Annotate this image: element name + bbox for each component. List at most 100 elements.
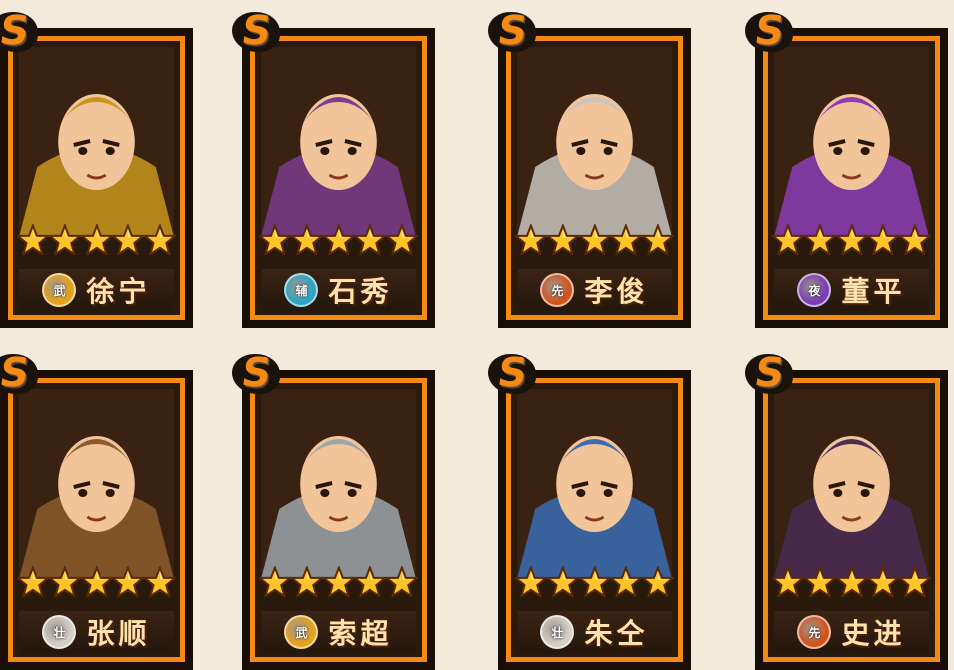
faction-icon: 武 xyxy=(284,615,319,649)
hero-portrait xyxy=(774,47,929,237)
star-icon xyxy=(801,222,838,261)
faction-icon: 壮 xyxy=(42,615,77,649)
hero-name-bar: 先 史进 xyxy=(774,611,929,653)
star-icon xyxy=(46,222,83,261)
star-icon xyxy=(770,222,806,261)
star-rating xyxy=(257,563,420,605)
star-icon xyxy=(142,564,178,603)
faction-icon: 先 xyxy=(797,615,832,649)
star-icon xyxy=(257,222,293,261)
hero-portrait xyxy=(517,389,672,579)
faction-icon: 壮 xyxy=(540,615,575,649)
star-icon xyxy=(576,222,613,261)
rarity-badge: S xyxy=(745,350,797,396)
rarity-badge: S xyxy=(488,8,540,54)
hero-name-bar: 壮 朱仝 xyxy=(517,611,672,653)
star-icon xyxy=(513,564,549,603)
hero-name: 石秀 xyxy=(328,275,393,308)
hero-portrait xyxy=(261,47,416,237)
card-border: 壮 张顺 xyxy=(8,378,185,662)
star-icon xyxy=(320,564,357,603)
star-icon xyxy=(78,564,115,603)
hero-portrait xyxy=(19,47,174,237)
star-icon xyxy=(46,564,83,603)
star-icon xyxy=(352,222,389,261)
card-border: 先 李俊 xyxy=(506,36,683,320)
hero-card[interactable]: 先 李俊 S xyxy=(488,8,699,328)
star-icon xyxy=(384,222,420,261)
faction-icon: 夜 xyxy=(797,273,832,307)
hero-name: 索超 xyxy=(328,617,393,650)
star-icon xyxy=(865,222,902,261)
hero-name-bar: 夜 董平 xyxy=(774,269,929,311)
star-icon xyxy=(897,222,933,261)
hero-portrait xyxy=(517,47,672,237)
star-icon xyxy=(384,564,420,603)
star-icon xyxy=(544,564,581,603)
hero-name-bar: 辅 石秀 xyxy=(261,269,416,311)
card-frame: 壮 朱仝 xyxy=(498,370,691,670)
hero-name-bar: 先 李俊 xyxy=(517,269,672,311)
rarity-badge: S xyxy=(232,8,284,54)
star-rating xyxy=(513,221,676,263)
card-frame: 先 李俊 xyxy=(498,28,691,328)
star-icon xyxy=(640,222,676,261)
star-rating xyxy=(15,563,178,605)
hero-card[interactable]: 辅 石秀 S xyxy=(232,8,443,328)
star-icon xyxy=(352,564,389,603)
hero-portrait xyxy=(19,389,174,579)
card-frame: 武 徐宁 xyxy=(0,28,193,328)
star-icon xyxy=(770,564,806,603)
hero-card[interactable]: 武 索超 S xyxy=(232,350,443,670)
card-frame: 先 史进 xyxy=(755,370,948,670)
star-rating xyxy=(770,563,933,605)
star-icon xyxy=(865,564,902,603)
star-icon xyxy=(513,222,549,261)
card-border: 先 史进 xyxy=(763,378,940,662)
star-icon xyxy=(110,564,147,603)
star-icon xyxy=(288,222,325,261)
star-icon xyxy=(576,564,613,603)
star-icon xyxy=(608,564,645,603)
hero-name: 朱仝 xyxy=(584,617,649,650)
card-frame: 辅 石秀 xyxy=(242,28,435,328)
star-icon xyxy=(257,564,293,603)
star-icon xyxy=(288,564,325,603)
star-rating xyxy=(257,221,420,263)
hero-name: 董平 xyxy=(841,275,906,308)
card-border: 壮 朱仝 xyxy=(506,378,683,662)
hero-name: 史进 xyxy=(841,617,906,650)
star-icon xyxy=(110,222,147,261)
card-border: 辅 石秀 xyxy=(250,36,427,320)
hero-name-bar: 壮 张顺 xyxy=(19,611,174,653)
hero-name: 徐宁 xyxy=(86,275,151,308)
rarity-badge: S xyxy=(0,350,42,396)
card-border: 武 徐宁 xyxy=(8,36,185,320)
hero-card[interactable]: 壮 朱仝 S xyxy=(488,350,699,670)
hero-card[interactable]: 武 徐宁 S xyxy=(0,8,201,328)
star-icon xyxy=(15,222,51,261)
star-icon xyxy=(833,564,870,603)
star-rating xyxy=(15,221,178,263)
star-icon xyxy=(142,222,178,261)
faction-icon: 辅 xyxy=(284,273,319,307)
star-icon xyxy=(544,222,581,261)
star-icon xyxy=(897,564,933,603)
faction-icon: 武 xyxy=(42,273,77,307)
star-icon xyxy=(608,222,645,261)
star-icon xyxy=(15,564,51,603)
star-icon xyxy=(78,222,115,261)
rarity-badge: S xyxy=(232,350,284,396)
hero-name: 李俊 xyxy=(584,275,649,308)
hero-portrait xyxy=(774,389,929,579)
hero-name: 张顺 xyxy=(86,617,151,650)
card-border: 武 索超 xyxy=(250,378,427,662)
card-border: 夜 董平 xyxy=(763,36,940,320)
card-frame: 武 索超 xyxy=(242,370,435,670)
rarity-badge: S xyxy=(0,8,42,54)
hero-card[interactable]: 夜 董平 S xyxy=(745,8,954,328)
rarity-badge: S xyxy=(745,8,797,54)
hero-card[interactable]: 壮 张顺 S xyxy=(0,350,201,670)
star-rating xyxy=(513,563,676,605)
hero-card[interactable]: 先 史进 S xyxy=(745,350,954,670)
